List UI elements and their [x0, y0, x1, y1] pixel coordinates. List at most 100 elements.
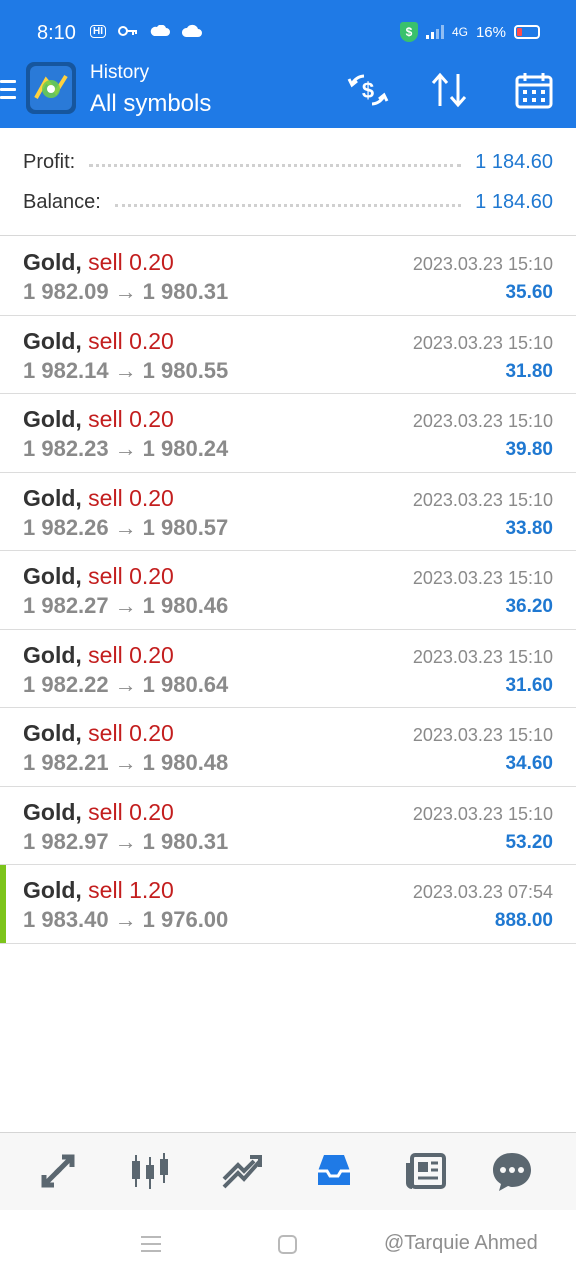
trade-row[interactable]: Gold, sell 0.20 1 982.23 → 1 980.24 2023.03.…	[0, 394, 576, 473]
chart-icon[interactable]	[126, 1147, 174, 1195]
arrow-icon: →	[114, 279, 137, 304]
currency-exchange-icon[interactable]: $	[346, 68, 390, 112]
trade-symbol: Gold,	[23, 720, 82, 746]
trade-profit: 31.60	[505, 674, 553, 696]
messages-icon[interactable]	[488, 1147, 536, 1195]
trade-profit: 53.20	[505, 831, 553, 853]
open-price: 1 982.22	[23, 671, 109, 697]
trade-icon[interactable]	[218, 1147, 266, 1195]
arrow-icon: →	[114, 907, 137, 932]
trade-prices: 1 982.97 → 1 980.31	[23, 829, 228, 855]
signal-icon	[425, 25, 444, 39]
trade-title: Gold, sell 0.20	[23, 249, 174, 276]
trade-prices: 1 982.14 → 1 980.55	[23, 358, 228, 384]
status-notification-icons: HI	[90, 24, 202, 38]
trade-symbol: Gold,	[23, 327, 82, 354]
trade-time: 2023.03.23 15:10	[412, 332, 553, 353]
trade-prices: 1 982.27 → 1 980.46	[23, 593, 228, 619]
trade-row[interactable]: Gold, sell 0.20 1 982.14 → 1 980.55 2023.03.…	[0, 316, 576, 394]
history-icon[interactable]	[310, 1147, 358, 1195]
trade-row[interactable]: Gold, sell 0.20 1 982.97 → 1 980.31 2023.03.…	[0, 787, 576, 865]
trade-title: Gold, sell 0.20	[23, 563, 174, 590]
arrow-icon: →	[114, 436, 137, 461]
trade-time: 2023.03.23 15:10	[412, 489, 553, 510]
trade-symbol: Gold,	[23, 563, 82, 589]
close-price: 1 980.57	[142, 514, 229, 540]
cloud-icon	[150, 25, 170, 36]
metatrader-logo	[26, 62, 76, 114]
trade-profit: 39.80	[505, 439, 553, 460]
trade-row[interactable]: Gold, sell 0.20 1 982.22 → 1 980.64 2023.03.…	[0, 630, 576, 708]
trade-side: sell 0.20	[88, 798, 174, 825]
trade-symbol: Gold,	[23, 798, 82, 825]
trade-side: sell 0.20	[88, 327, 174, 354]
trade-side: sell 0.20	[88, 484, 174, 511]
trade-profit: 34.60	[505, 753, 553, 774]
trade-row[interactable]: Gold, sell 0.20 1 982.27 → 1 980.46 2023.03.…	[0, 551, 576, 630]
trade-title: Gold, sell 0.20	[23, 642, 174, 669]
trade-row[interactable]: Gold, sell 1.20 1 983.40 → 1 976.00 2023.03.…	[0, 865, 576, 944]
arrow-icon: →	[114, 828, 137, 854]
top-bar: 8:10 HI $ 4G 16% History All symbols $	[0, 0, 576, 128]
trade-row[interactable]: Gold, sell 0.20 1 982.21 → 1 980.48 2023.03.…	[0, 708, 576, 787]
menu-icon[interactable]	[0, 80, 18, 104]
svg-text:$: $	[362, 78, 374, 103]
bottom-nav	[0, 1132, 576, 1210]
watermark: @Tarquie Ahmed	[384, 1232, 538, 1254]
arrow-icon: →	[114, 357, 137, 383]
home-button[interactable]	[278, 1235, 297, 1254]
sort-icon[interactable]	[428, 68, 472, 112]
open-price: 1 982.26	[23, 514, 109, 540]
trade-title: Gold, sell 0.20	[23, 720, 174, 747]
page-title: History	[90, 62, 150, 83]
profit-row: Profit: 1 184.60	[23, 146, 553, 178]
account-summary: Profit: 1 184.60 Balance: 1 184.60	[0, 128, 576, 236]
close-price: 1 980.46	[142, 593, 229, 618]
quotes-icon[interactable]	[34, 1147, 82, 1195]
trade-side: sell 0.20	[88, 641, 174, 668]
trade-symbol: Gold,	[23, 641, 82, 668]
trade-symbol: Gold,	[23, 484, 82, 511]
arrow-icon: →	[114, 671, 137, 697]
open-price: 1 982.27	[23, 593, 109, 618]
open-price: 1 982.23	[23, 436, 109, 461]
trade-time: 2023.03.23 15:10	[412, 254, 553, 274]
open-price: 1 982.09	[23, 279, 109, 304]
trade-prices: 1 982.23 → 1 980.24	[23, 436, 228, 462]
trade-symbol: Gold,	[23, 249, 82, 275]
trade-list: Gold, sell 0.20 1 982.09 → 1 980.31 2023.03.…	[0, 237, 576, 944]
open-price: 1 983.40	[23, 907, 109, 932]
recent-apps-button[interactable]	[141, 1236, 161, 1257]
close-price: 1 980.24	[142, 436, 229, 461]
balance-label: Balance:	[23, 190, 101, 213]
symbol-filter[interactable]: All symbols	[90, 90, 211, 118]
trade-side: sell 0.20	[88, 406, 174, 432]
status-bar: 8:10 HI $ 4G 16%	[0, 0, 576, 62]
close-price: 1 976.00	[142, 907, 229, 932]
balance-value: 1 184.60	[475, 190, 553, 213]
system-nav-bar: @Tarquie Ahmed	[0, 1210, 576, 1280]
open-price: 1 982.14	[23, 357, 109, 383]
balance-row: Balance: 1 184.60	[23, 186, 553, 218]
calendar-icon[interactable]	[512, 68, 556, 112]
status-system-icons: $ 4G 16%	[399, 22, 540, 42]
battery-icon	[514, 25, 540, 39]
arrow-icon: →	[114, 593, 137, 618]
close-price: 1 980.31	[142, 828, 229, 854]
trade-symbol: Gold,	[23, 877, 82, 903]
trade-time: 2023.03.23 07:54	[412, 882, 553, 902]
trade-prices: 1 982.22 → 1 980.64	[23, 672, 228, 698]
news-icon[interactable]	[402, 1147, 450, 1195]
trade-time: 2023.03.23 15:10	[412, 725, 553, 745]
trade-row[interactable]: Gold, sell 0.20 1 982.26 → 1 980.57 2023.03.…	[0, 473, 576, 551]
trade-prices: 1 982.09 → 1 980.31	[23, 279, 228, 305]
trade-time: 2023.03.23 15:10	[412, 568, 553, 588]
trade-title: Gold, sell 0.20	[23, 799, 174, 826]
trade-row[interactable]: Gold, sell 0.20 1 982.09 → 1 980.31 2023.03.…	[0, 237, 576, 316]
open-price: 1 982.21	[23, 750, 109, 775]
status-time: 8:10	[37, 22, 76, 44]
profit-value: 1 184.60	[475, 150, 553, 173]
trade-profit: 888.00	[494, 910, 553, 931]
trade-title: Gold, sell 0.20	[23, 328, 174, 355]
shield-icon: $	[399, 22, 418, 42]
